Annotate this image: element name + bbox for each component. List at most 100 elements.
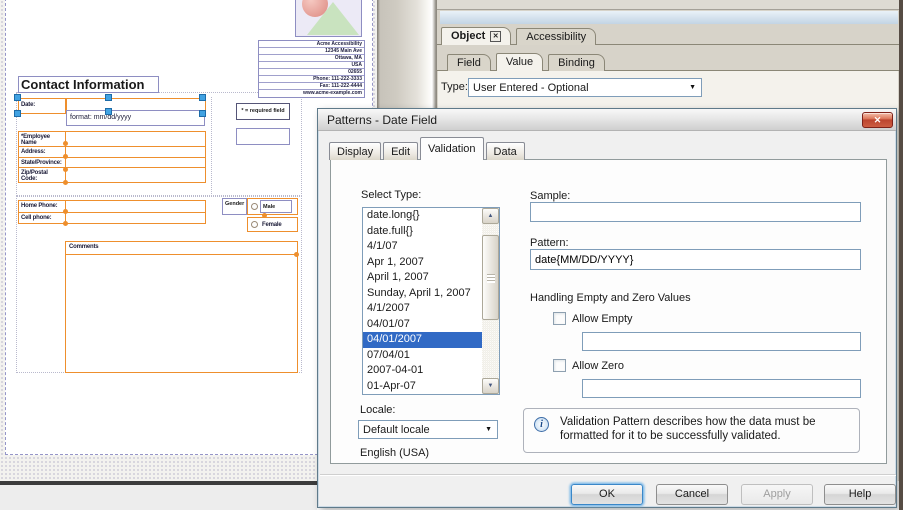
pattern-input[interactable] (530, 249, 861, 270)
subtab-value[interactable]: Value (496, 53, 543, 71)
field-employee-name[interactable]: *Employee Name (19, 132, 205, 147)
allow-empty-checkbox[interactable] (553, 312, 566, 325)
gender-label[interactable]: Gender (222, 198, 247, 215)
radio-male[interactable]: Male (247, 198, 298, 215)
select-type-label: Select Type: (361, 189, 421, 201)
dialog-title-bar[interactable]: Patterns - Date Field (318, 109, 896, 131)
scroll-up-button[interactable]: ▲ (482, 208, 499, 224)
tab-edit[interactable]: Edit (383, 142, 418, 160)
pattern-type-list[interactable]: date.long{} date.full{} 4/1/07 Apr 1, 20… (362, 207, 500, 395)
field-label: *Employee Name (19, 132, 66, 146)
field-state-province[interactable]: State/Province: (19, 158, 205, 169)
patterns-dialog: Patterns - Date Field ✕ Display Edit Val… (317, 108, 897, 508)
ok-button[interactable]: OK (571, 484, 643, 505)
list-item[interactable]: April 1, 2007 (363, 270, 482, 286)
subtab-value-label: Value (506, 56, 533, 68)
required-field-note[interactable]: * = required field (236, 103, 290, 120)
palette-close-icon[interactable]: ✕ (490, 31, 501, 42)
list-item[interactable]: 4/1/2007 (363, 301, 482, 317)
help-button[interactable]: Help (824, 484, 896, 505)
dropdown-arrow-icon: ▼ (485, 426, 492, 433)
list-item[interactable]: 4/1/07 (363, 239, 482, 255)
validation-tab-panel: Select Type: date.long{} date.full{} 4/1… (330, 159, 887, 464)
field-address[interactable]: Address: (19, 147, 205, 158)
list-item[interactable]: 07/04/01 (363, 348, 482, 364)
address-line: 02655 (259, 69, 364, 76)
allow-zero-input[interactable] (582, 379, 861, 398)
date-format-hint[interactable]: format: mm/dd/yyyy (66, 110, 205, 126)
list-item[interactable]: date.long{} (363, 208, 482, 224)
list-item[interactable]: 2007-04-01 (363, 363, 482, 379)
subtab-binding[interactable]: Binding (548, 54, 605, 71)
field-label: Home Phone: (19, 201, 66, 212)
date-field-label: Date: (21, 102, 35, 108)
form-title[interactable]: Contact Information (18, 76, 159, 93)
allow-empty-input[interactable] (582, 332, 861, 351)
allow-zero-checkbox[interactable] (553, 359, 566, 372)
male-radio-icon[interactable] (251, 203, 258, 210)
validation-info-box: i Validation Pattern describes how the d… (523, 408, 860, 453)
selection-handle[interactable] (14, 94, 21, 101)
field-label: Zip/Postal Code: (19, 168, 66, 182)
selection-handle[interactable] (105, 108, 112, 115)
empty-text-object[interactable] (236, 128, 290, 145)
list-item[interactable]: date.full{} (363, 224, 482, 240)
phone-block[interactable]: Home Phone: Cell phone: (18, 200, 206, 224)
employee-info-block[interactable]: *Employee Name Address: State/Province: … (18, 131, 206, 183)
window-top-bar (437, 0, 899, 10)
selection-handle[interactable] (199, 110, 206, 117)
anchor-dot (294, 252, 299, 257)
list-item-selected[interactable]: 04/01/2007 (363, 332, 482, 348)
tab-validation[interactable]: Validation (420, 137, 484, 160)
type-dropdown-value: User Entered - Optional (473, 82, 589, 94)
apply-button[interactable]: Apply (741, 484, 813, 505)
company-logo-image[interactable] (295, 0, 362, 37)
tab-display[interactable]: Display (329, 142, 381, 160)
field-zip-postal[interactable]: Zip/Postal Code: (19, 168, 205, 182)
empty-zero-heading: Handling Empty and Zero Values (530, 292, 691, 304)
locale-label: Locale: (360, 404, 395, 416)
sample-input[interactable] (530, 202, 861, 222)
list-scrollbar[interactable]: ▲ ▼ (482, 208, 499, 394)
palette-tab-object-label: Object (451, 30, 485, 42)
list-item[interactable]: 04/01/07 (363, 317, 482, 333)
selection-handle[interactable] (14, 110, 21, 117)
list-item[interactable]: 01-Apr-07 (363, 379, 482, 395)
cancel-button[interactable]: Cancel (656, 484, 728, 505)
radio-female[interactable]: Female (247, 217, 298, 232)
list-item[interactable]: Apr 1, 2007 (363, 255, 482, 271)
address-line: Acme Accessibility (259, 41, 364, 48)
list-item[interactable]: Sunday, April 1, 2007 (363, 286, 482, 302)
field-label: State/Province: (19, 158, 66, 168)
field-label: Address: (19, 147, 66, 157)
subtab-field-label: Field (457, 57, 481, 69)
field-cell-phone[interactable]: Cell phone: (19, 213, 205, 224)
subtab-field[interactable]: Field (447, 54, 491, 71)
palette-tab-accessibility[interactable]: Accessibility (516, 28, 596, 45)
female-radio-icon[interactable] (251, 221, 258, 228)
address-line: Ottawa, MA (259, 55, 364, 62)
sample-label: Sample: (530, 190, 570, 202)
palette-title-bar[interactable] (440, 11, 898, 24)
dialog-close-button[interactable]: ✕ (862, 112, 893, 128)
palette-tab-object[interactable]: Object ✕ (441, 27, 511, 45)
field-home-phone[interactable]: Home Phone: (19, 201, 205, 213)
address-line: USA (259, 62, 364, 69)
field-comments[interactable]: Comments (65, 241, 298, 373)
company-address-block[interactable]: Acme Accessibility 12345 Main Ave Ottawa… (258, 40, 365, 98)
selection-handle[interactable] (105, 94, 112, 101)
subtab-binding-label: Binding (558, 57, 595, 69)
allow-empty-label: Allow Empty (572, 313, 633, 325)
scroll-thumb[interactable] (482, 235, 499, 320)
selection-handle[interactable] (199, 94, 206, 101)
info-icon: i (534, 417, 549, 432)
window-right-edge (899, 0, 903, 510)
tab-data[interactable]: Data (486, 142, 525, 160)
palette-tab-accessibility-label: Accessibility (526, 31, 586, 43)
allow-zero-label: Allow Zero (572, 360, 624, 372)
type-dropdown[interactable]: User Entered - Optional ▼ (468, 78, 702, 97)
male-option-label: Male (260, 200, 292, 213)
address-line: www.acme-example.com (259, 90, 364, 97)
locale-dropdown[interactable]: Default locale ▼ (358, 420, 498, 439)
scroll-down-button[interactable]: ▼ (482, 378, 499, 394)
